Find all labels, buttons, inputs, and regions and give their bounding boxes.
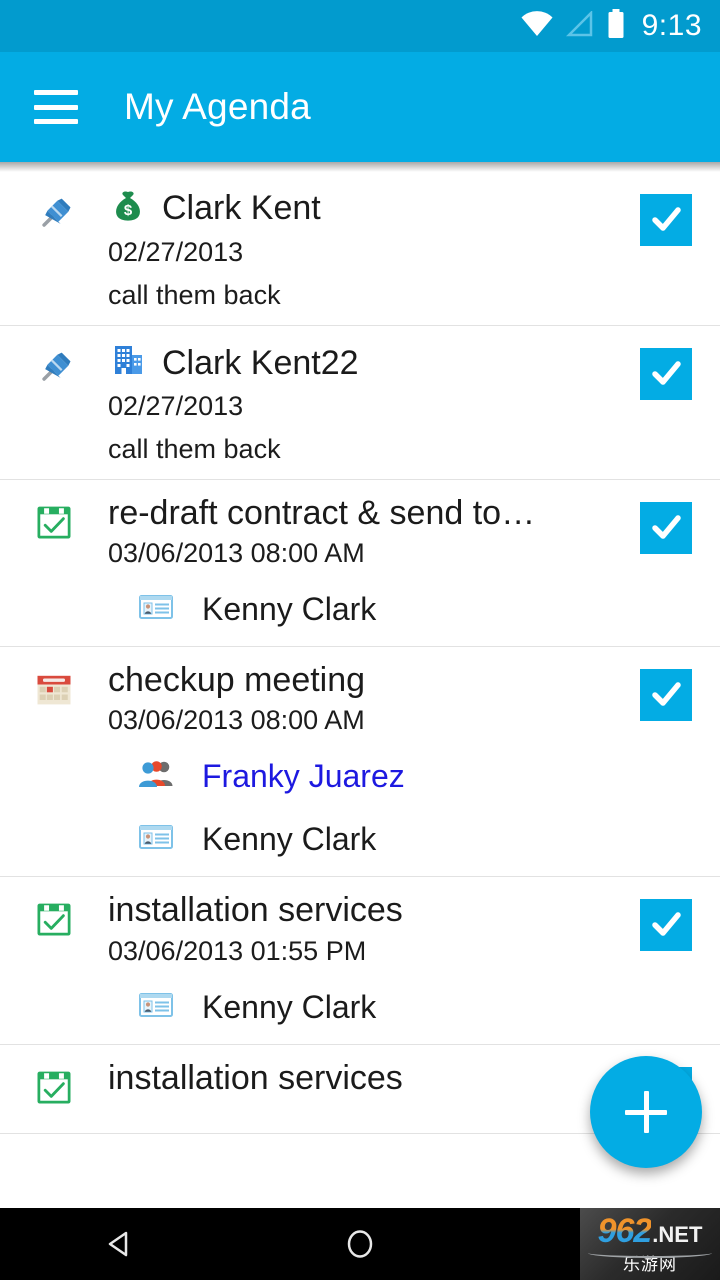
money-bag-icon: $	[108, 186, 148, 231]
id-card-icon	[136, 587, 176, 632]
cell-signal-icon	[565, 9, 594, 42]
agenda-item-title: installation services	[108, 1058, 403, 1097]
task-checkbox[interactable]	[640, 348, 692, 401]
check-icon	[652, 207, 681, 231]
agenda-item-check-cell[interactable]	[612, 661, 720, 722]
agenda-item-body: installation services	[108, 1059, 612, 1097]
agenda-item-note: call them back	[108, 434, 281, 465]
page-title: My Agenda	[124, 86, 311, 127]
agenda-item-body: $ Clark Kent 02/27/2013 call them back	[108, 186, 612, 311]
agenda-item[interactable]: $ Clark Kent 02/27/2013 call them back	[0, 172, 720, 327]
task-checkbox[interactable]	[640, 502, 692, 555]
agenda-item[interactable]: re-draft contract & send to… 03/06/2013 0…	[0, 480, 720, 648]
agenda-item-contact-name: Kenny Clark	[202, 988, 377, 1025]
id-card-icon	[136, 817, 176, 862]
hamburger-line	[34, 104, 78, 110]
calendar-check-icon	[32, 1065, 76, 1114]
check-icon	[652, 682, 681, 707]
agenda-item-title: Clark Kent22	[162, 343, 359, 382]
agenda-item-title-line: re-draft contract & send to…	[108, 494, 602, 532]
agenda-item-contact-name: Kenny Clark	[202, 591, 377, 628]
check-icon	[652, 361, 681, 385]
agenda-item-lead-icon-cell	[0, 891, 108, 946]
agenda-item-body: re-draft contract & send to… 03/06/2013 0…	[108, 494, 612, 632]
agenda-item-title-line: installation services	[108, 1059, 602, 1097]
agenda-item-contact-row[interactable]: Kenny Clark	[108, 587, 602, 632]
battery-icon	[606, 8, 626, 44]
agenda-item-title: checkup meeting	[108, 661, 366, 700]
agenda-item-title-line: installation services	[108, 891, 602, 929]
agenda-item-date: 03/06/2013 08:00 AM	[108, 538, 365, 569]
people-group-icon	[136, 754, 176, 799]
agenda-item-contact-row[interactable]: Kenny Clark	[108, 817, 602, 862]
watermark-swoosh	[588, 1248, 712, 1258]
calendar-check-icon	[32, 500, 76, 549]
hamburger-menu-icon[interactable]	[34, 90, 78, 124]
agenda-item-lead-icon-cell	[0, 1059, 108, 1114]
agenda-item-check-cell[interactable]	[612, 891, 720, 952]
agenda-item-contact-name: Kenny Clark	[202, 821, 377, 858]
agenda-item-body: Clark Kent22 02/27/2013 call them back	[108, 340, 612, 465]
office-building-icon	[108, 340, 148, 385]
agenda-list[interactable]: $ Clark Kent 02/27/2013 call them back Clark…	[0, 172, 720, 1208]
agenda-item-date: 02/27/2013	[108, 391, 244, 422]
agenda-item-contact-row[interactable]: Franky Juarez	[108, 754, 602, 799]
agenda-item-title: re-draft contract & send to…	[108, 494, 536, 533]
task-checkbox[interactable]	[640, 669, 692, 722]
agenda-item-title-line: $ Clark Kent	[108, 186, 602, 231]
watermark-logo: 962 .NET	[598, 1214, 703, 1248]
svg-text:$: $	[124, 202, 133, 219]
agenda-item-contact-row[interactable]: Kenny Clark	[108, 985, 602, 1030]
id-card-icon	[136, 985, 176, 1030]
task-checkbox[interactable]	[640, 899, 692, 952]
agenda-item-title: Clark Kent	[162, 189, 321, 228]
calendar-check-icon	[32, 897, 76, 946]
pushpin-icon	[32, 346, 76, 395]
agenda-item[interactable]: installation services 03/06/2013 01:55 PM…	[0, 877, 720, 1045]
agenda-item-contact-name[interactable]: Franky Juarez	[202, 758, 405, 795]
agenda-item-date: 03/06/2013 01:55 PM	[108, 935, 367, 966]
agenda-item-lead-icon-cell	[0, 661, 108, 716]
agenda-item-title-line: Clark Kent22	[108, 340, 602, 385]
agenda-item-body: installation services 03/06/2013 01:55 PM…	[108, 891, 612, 1029]
agenda-item-check-cell[interactable]	[612, 340, 720, 401]
agenda-item[interactable]: Clark Kent22 02/27/2013 call them back	[0, 326, 720, 481]
home-button[interactable]	[240, 1225, 480, 1263]
pushpin-icon	[32, 192, 76, 241]
hamburger-line	[34, 119, 78, 124]
agenda-item-lead-icon-cell	[0, 186, 108, 241]
spiral-calendar-icon	[32, 667, 76, 716]
back-button[interactable]	[0, 1225, 240, 1263]
agenda-item-date: 03/06/2013 08:00 AM	[108, 705, 365, 736]
status-bar: 9:13	[0, 0, 720, 52]
app-bar: My Agenda	[0, 52, 720, 162]
add-button[interactable]	[590, 1056, 702, 1168]
agenda-item[interactable]: checkup meeting 03/06/2013 08:00 AM Franky…	[0, 647, 720, 878]
agenda-item-lead-icon-cell	[0, 340, 108, 395]
agenda-item-date: 02/27/2013	[108, 237, 244, 267]
plus-icon	[643, 1091, 649, 1133]
agenda-item-check-cell[interactable]	[612, 494, 720, 555]
status-clock: 9:13	[641, 9, 702, 42]
agenda-item-title-line: checkup meeting	[108, 661, 602, 699]
hamburger-line	[34, 90, 78, 95]
check-icon	[652, 912, 681, 937]
task-checkbox[interactable]	[640, 194, 692, 246]
agenda-item-note: call them back	[108, 280, 281, 311]
agenda-item-title: installation services	[108, 891, 403, 930]
agenda-item-check-cell[interactable]	[612, 186, 720, 246]
app-bar-shadow	[0, 162, 720, 172]
agenda-item-lead-icon-cell	[0, 494, 108, 549]
check-icon	[652, 515, 681, 539]
agenda-item-body: checkup meeting 03/06/2013 08:00 AM Franky…	[108, 661, 612, 862]
watermark-tld: .NET	[652, 1221, 703, 1247]
wifi-icon	[520, 10, 554, 42]
site-watermark: 962 .NET 乐游网	[580, 1208, 720, 1280]
watermark-number: 962	[597, 1211, 653, 1250]
